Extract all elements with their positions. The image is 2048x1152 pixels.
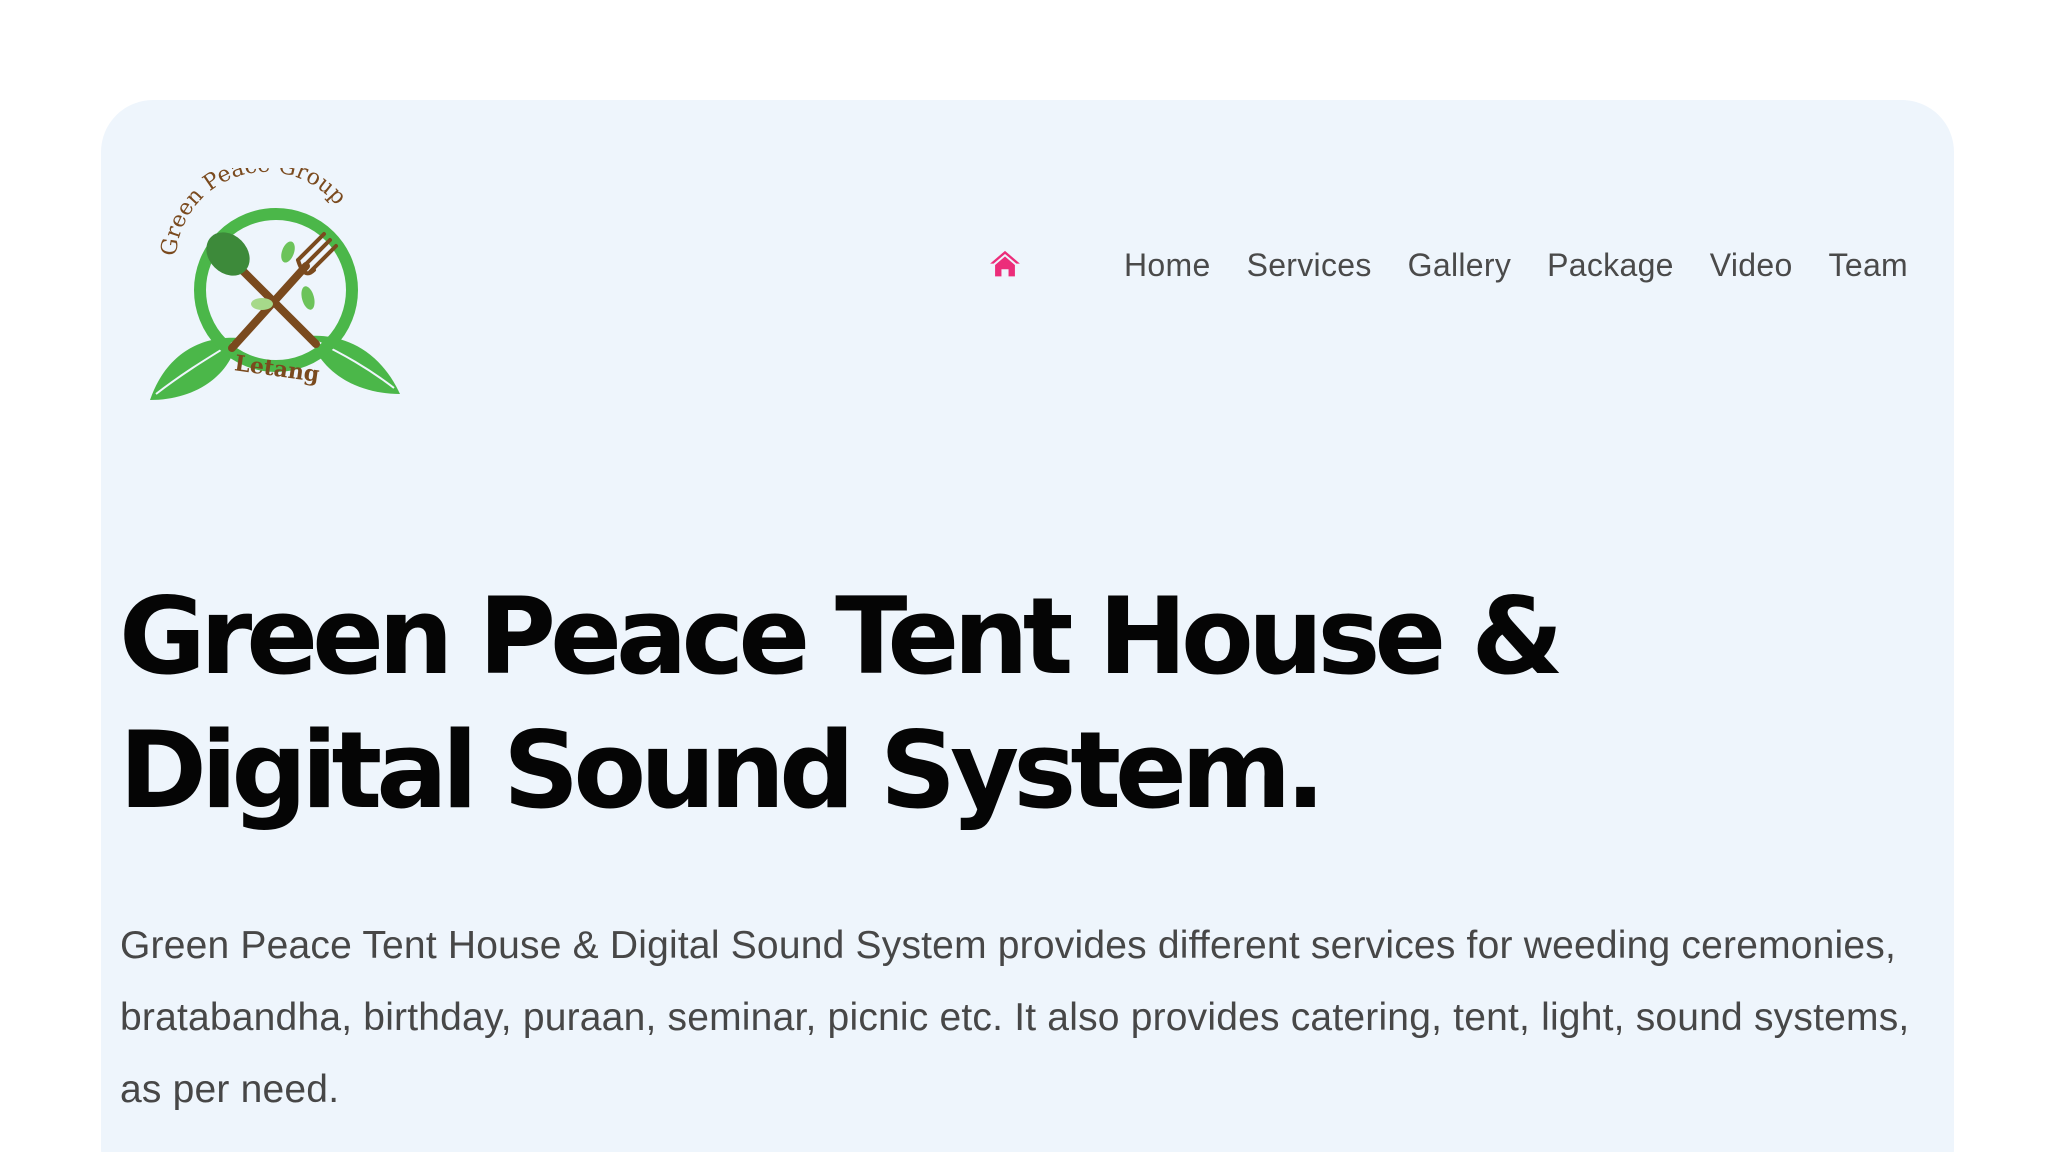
nav-link-team[interactable]: Team	[1829, 247, 1908, 284]
brand-logo-graphic: Green Peace Group Letang	[150, 168, 400, 400]
nav-link-services[interactable]: Services	[1247, 247, 1372, 284]
home-icon[interactable]	[986, 246, 1024, 284]
brand-logo[interactable]: Green Peace Group Letang	[138, 168, 418, 416]
main-nav: Home Services Gallery Package Video Team	[986, 240, 1908, 290]
nav-link-gallery[interactable]: Gallery	[1408, 247, 1511, 284]
hero-description: Green Peace Tent House & Digital Sound S…	[120, 924, 1910, 1111]
nav-link-video[interactable]: Video	[1710, 247, 1793, 284]
nav-links: Home Services Gallery Package Video Team	[1124, 247, 1908, 284]
page: Green Peace Group Letang Home Services G…	[0, 0, 2048, 1152]
hero-title: Green Peace Tent House & Digital Sound S…	[119, 575, 1564, 832]
nav-link-package[interactable]: Package	[1547, 247, 1674, 284]
nav-link-home[interactable]: Home	[1124, 247, 1211, 284]
